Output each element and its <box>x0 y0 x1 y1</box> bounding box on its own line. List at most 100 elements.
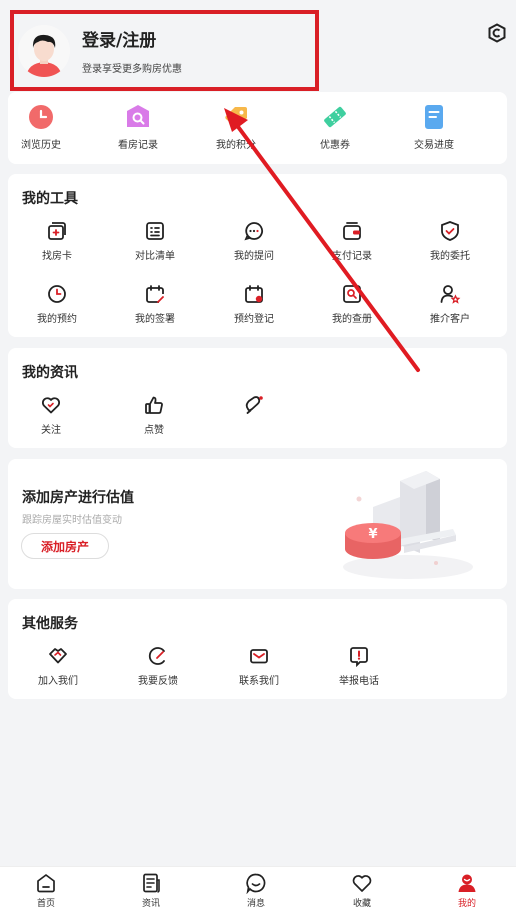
tool-item-label: 我的查册 <box>332 314 372 325</box>
user-star-icon <box>439 283 461 305</box>
tab-home[interactable]: 首页 <box>16 872 76 907</box>
compare-list-icon <box>144 220 166 242</box>
service-item-feedback[interactable]: 我要反馈 <box>118 645 198 687</box>
news-item-comments[interactable] <box>214 394 294 421</box>
tool-item-my-signing[interactable]: 我的签署 <box>115 283 195 325</box>
document-icon <box>421 104 447 130</box>
avatar[interactable] <box>18 24 70 77</box>
quick-item-transaction-progress[interactable]: 交易进度 <box>402 104 466 151</box>
add-property-button[interactable]: 添加房产 <box>21 533 109 559</box>
service-item-join-us[interactable]: 加入我们 <box>18 645 98 687</box>
thumbs-up-icon <box>143 394 165 416</box>
quick-item-browse-history[interactable]: 浏览历史 <box>9 104 73 151</box>
heart-icon <box>40 394 62 416</box>
message-icon <box>245 872 267 895</box>
tool-item-appointment-register[interactable]: 预约登记 <box>214 283 294 325</box>
my-tools-card: 我的工具 找房卡 对比清单 我的提问 支付记录 我的委托 我的预约 我的签署 预… <box>8 174 507 337</box>
login-subtitle: 登录享受更多购房优惠 <box>82 64 182 75</box>
tag-icon <box>223 104 249 130</box>
tool-item-label: 支付记录 <box>332 251 372 262</box>
my-news-card: 我的资讯 关注 点赞 <box>8 348 507 448</box>
clock-icon <box>46 283 68 305</box>
service-item-label: 加入我们 <box>38 676 78 687</box>
news-item-likes[interactable]: 点赞 <box>114 394 194 436</box>
property-estimate-card: 添加房产进行估值 跟踪房屋实时估值变动 添加房产 ¥ <box>8 459 507 589</box>
service-item-contact-us[interactable]: 联系我们 <box>219 645 299 687</box>
tool-item-label: 我的签署 <box>135 314 175 325</box>
news-item-label: 关注 <box>41 425 61 436</box>
service-item-report-hotline[interactable]: 举报电话 <box>319 645 399 687</box>
tool-item-label: 对比清单 <box>135 251 175 262</box>
tool-item-label: 推介客户 <box>430 314 470 325</box>
sign-calendar-icon <box>144 283 166 305</box>
quick-item-label: 优惠券 <box>320 140 350 151</box>
tab-label: 资讯 <box>141 899 160 907</box>
tool-item-label: 我的预约 <box>37 314 77 325</box>
other-services-card: 其他服务 加入我们 我要反馈 联系我们 举报电话 <box>8 599 507 699</box>
estimate-subtitle: 跟踪房屋实时估值变动 <box>22 515 122 526</box>
tool-item-label: 找房卡 <box>42 251 72 262</box>
tool-item-my-appointments[interactable]: 我的预约 <box>17 283 97 325</box>
wallet-icon <box>341 220 363 242</box>
tab-label: 首页 <box>36 899 55 907</box>
section-title: 其他服务 <box>22 616 78 632</box>
quick-item-viewing-records[interactable]: 看房记录 <box>106 104 170 151</box>
news-item-follow[interactable]: 关注 <box>11 394 91 436</box>
house-valuation-illustration: ¥ <box>328 467 478 585</box>
tab-label: 我的 <box>457 899 476 907</box>
handshake-icon <box>47 645 69 667</box>
profile-header: 登录/注册 登录享受更多购房优惠 <box>0 0 516 92</box>
house-card-icon <box>46 220 68 242</box>
feedback-icon <box>147 645 169 667</box>
service-item-label: 举报电话 <box>339 676 379 687</box>
comment-icon <box>243 394 265 416</box>
service-item-label: 联系我们 <box>239 676 279 687</box>
tool-item-payment-records[interactable]: 支付记录 <box>312 220 392 262</box>
profile-icon <box>456 872 478 894</box>
news-icon <box>140 872 162 894</box>
quick-item-my-points[interactable]: 我的积分 <box>204 104 268 151</box>
login-register-banner[interactable]: 登录/注册 登录享受更多购房优惠 <box>10 10 319 91</box>
tool-item-compare-list[interactable]: 对比清单 <box>115 220 195 262</box>
service-item-label: 我要反馈 <box>138 676 178 687</box>
coupon-icon <box>322 104 348 130</box>
tool-item-label: 我的委托 <box>430 251 470 262</box>
tab-messages[interactable]: 消息 <box>226 872 286 907</box>
login-title[interactable]: 登录/注册 <box>82 26 182 51</box>
search-house-icon <box>125 104 151 130</box>
section-title: 我的工具 <box>22 191 78 207</box>
heart-icon <box>351 872 373 894</box>
svg-text:¥: ¥ <box>368 527 377 542</box>
mail-icon <box>248 645 270 667</box>
quick-item-label: 看房记录 <box>118 140 158 151</box>
tab-news[interactable]: 资讯 <box>121 872 181 907</box>
section-title: 我的资讯 <box>22 365 78 381</box>
bottom-tab-bar: 首页 资讯 消息 收藏 我的 <box>0 866 516 907</box>
estimate-title: 添加房产进行估值 <box>22 490 134 506</box>
tool-item-label: 预约登记 <box>234 314 274 325</box>
tab-profile[interactable]: 我的 <box>437 872 497 907</box>
quick-item-coupons[interactable]: 优惠券 <box>303 104 367 151</box>
tool-item-label: 我的提问 <box>234 251 274 262</box>
tool-item-my-questions[interactable]: 我的提问 <box>214 220 294 262</box>
home-icon <box>35 872 57 894</box>
quick-item-label: 浏览历史 <box>21 140 61 151</box>
question-chat-icon <box>243 220 265 242</box>
search-doc-icon <box>341 283 363 305</box>
news-item-label: 点赞 <box>144 425 164 436</box>
quick-entries-card: 浏览历史 看房记录 我的积分 优惠券 交易进度 <box>8 92 507 164</box>
tool-item-house-card[interactable]: 找房卡 <box>17 220 97 262</box>
tab-favorites[interactable]: 收藏 <box>332 872 392 907</box>
settings-icon[interactable] <box>487 23 507 43</box>
tab-label: 收藏 <box>352 899 371 907</box>
quick-item-label: 交易进度 <box>414 140 454 151</box>
quick-item-label: 我的积分 <box>216 140 256 151</box>
tool-item-my-entrustment[interactable]: 我的委托 <box>410 220 490 262</box>
tab-label: 消息 <box>246 899 265 907</box>
clock-icon <box>28 104 54 130</box>
register-calendar-icon <box>243 283 265 305</box>
tool-item-refer-client[interactable]: 推介客户 <box>410 283 490 325</box>
shield-check-icon <box>439 220 461 242</box>
tool-item-my-lookup[interactable]: 我的查册 <box>312 283 392 325</box>
report-icon <box>348 645 370 668</box>
